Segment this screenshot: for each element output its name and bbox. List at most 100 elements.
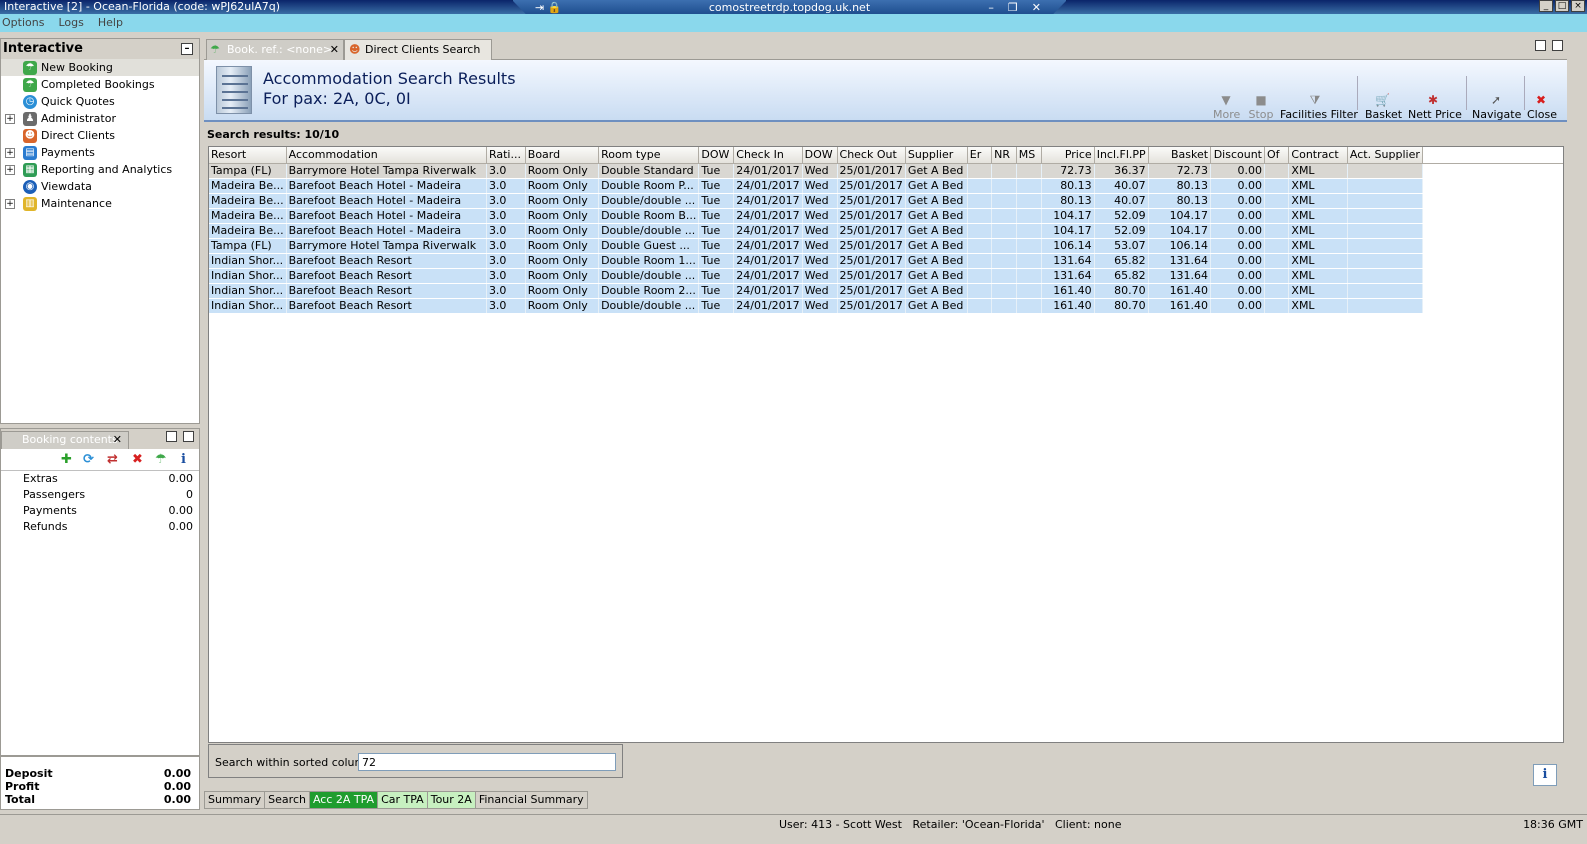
funnel-icon: ⧩ — [1309, 93, 1321, 107]
table-cell: XML — [1288, 268, 1348, 284]
nett-price-button[interactable]: ✱ Nett Price — [1408, 94, 1462, 121]
expand-icon[interactable]: + — [5, 147, 15, 158]
column-header[interactable]: Of — [1264, 147, 1290, 164]
expand-icon[interactable]: + — [5, 113, 15, 124]
column-header[interactable]: Contract — [1288, 147, 1348, 164]
maximize-button[interactable]: □ — [1555, 0, 1569, 12]
table-cell — [1347, 283, 1423, 299]
collapse-panel-button[interactable]: – — [181, 43, 193, 55]
close-window-button[interactable]: × — [1571, 0, 1585, 12]
refresh-icon[interactable]: ⟳ — [83, 453, 94, 467]
table-row[interactable]: Madeira Be... Barefoot Beach Hotel - Made… — [209, 208, 1563, 224]
expand-icon[interactable]: + — [5, 164, 15, 175]
column-header[interactable]: Supplier — [905, 147, 968, 164]
total-label: Profit — [5, 780, 40, 793]
column-header[interactable]: NR — [991, 147, 1017, 164]
table-cell — [1264, 178, 1290, 194]
rdp-restore-icon[interactable]: ❐ — [1008, 0, 1018, 15]
column-header[interactable]: Board — [525, 147, 600, 164]
rdp-close-icon[interactable]: ✕ — [1032, 0, 1041, 15]
table-row[interactable]: Tampa (FL) Barrymore Hotel Tampa Riverwal… — [209, 163, 1563, 179]
column-header[interactable]: Discount — [1210, 147, 1265, 164]
stop-button[interactable]: ■ Stop — [1248, 94, 1274, 121]
navigate-button[interactable]: ➚ Navigate — [1472, 94, 1522, 121]
minimize-view-icon[interactable] — [1535, 40, 1546, 51]
column-header[interactable]: Check In — [733, 147, 803, 164]
nav-item-direct-clients[interactable]: ☻ Direct Clients — [1, 127, 199, 144]
table-row[interactable]: Indian Shor... Barefoot Beach Resort 3.0 Ro… — [209, 268, 1563, 284]
basket-transfer-icon[interactable]: ⇄ — [107, 453, 118, 467]
nav-item-viewdata[interactable]: ◉ Viewdata — [1, 178, 199, 195]
nav-item-reporting-and-analytics[interactable]: + ▦ Reporting and Analytics — [1, 161, 199, 178]
table-row[interactable]: Madeira Be... Barefoot Beach Hotel - Made… — [209, 178, 1563, 194]
column-header[interactable]: Room type — [598, 147, 700, 164]
nav-item-quick-quotes[interactable]: ◷ Quick Quotes — [1, 93, 199, 110]
info-button[interactable]: i — [1533, 764, 1557, 786]
column-header[interactable]: Price — [1041, 147, 1095, 164]
tab-tour-2a[interactable]: Tour 2A — [426, 791, 476, 809]
menu-help[interactable]: Help — [98, 14, 123, 32]
maximize-view-icon[interactable] — [1552, 40, 1563, 51]
expand-icon[interactable]: + — [5, 198, 15, 209]
nav-item-new-booking[interactable]: ☂ New Booking — [1, 59, 199, 76]
nav-item-administrator[interactable]: + ♟ Administrator — [1, 110, 199, 127]
table-row[interactable]: Indian Shor... Barefoot Beach Resort 3.0 Ro… — [209, 283, 1563, 299]
column-header[interactable]: Basket — [1148, 147, 1212, 164]
nav-item-completed-bookings[interactable]: ☂ Completed Bookings — [1, 76, 199, 93]
column-header[interactable]: Check Out — [837, 147, 906, 164]
column-header[interactable]: Act. Supplier — [1347, 147, 1423, 164]
booking-contents-tab[interactable]: Booking contents ✕ — [1, 431, 129, 449]
table-row[interactable]: Madeira Be... Barefoot Beach Hotel - Made… — [209, 193, 1563, 209]
table-row[interactable]: Indian Shor... Barefoot Beach Resort 3.0 Ro… — [209, 298, 1563, 314]
results-grid[interactable]: Resort Accommodation Rati... Board Room type… — [208, 146, 1564, 743]
tab-booking-ref[interactable]: ☂ Book. ref.: <none> ✕ — [206, 39, 344, 60]
table-row[interactable]: Tampa (FL) Barrymore Hotel Tampa Riverwal… — [209, 238, 1563, 254]
basket-button[interactable]: 🛒 Basket — [1365, 94, 1402, 121]
column-header[interactable]: Incl.Fl.PP — [1094, 147, 1149, 164]
info-icon[interactable]: i — [181, 453, 186, 467]
total-label: Total — [5, 793, 36, 806]
tab-acc-2a-tpa[interactable]: Acc 2A TPA — [308, 791, 379, 809]
column-header[interactable]: DOW — [802, 147, 838, 164]
add-icon[interactable]: ✚ — [61, 453, 72, 467]
tab-direct-clients-search[interactable]: ☻ Direct Clients Search — [344, 39, 492, 60]
toolbar-separator — [1524, 76, 1525, 110]
table-cell: Madeira Be... — [209, 193, 287, 209]
minimize-button[interactable]: _ — [1539, 0, 1553, 12]
table-cell: 161.40 — [1041, 298, 1095, 314]
maximize-panel-icon[interactable] — [183, 431, 194, 442]
table-cell-filler — [1422, 283, 1563, 299]
rdp-minimize-icon[interactable]: – — [988, 0, 994, 15]
tab-car-tpa[interactable]: Car TPA — [377, 791, 428, 809]
beach-umbrella-icon[interactable]: ☂ — [155, 453, 167, 467]
facilities-filter-button[interactable]: ⧩ Facilities Filter — [1280, 93, 1358, 121]
close-tab-icon[interactable]: ✕ — [330, 40, 339, 59]
column-header[interactable]: Er — [967, 147, 993, 164]
search-within-input[interactable] — [358, 753, 616, 771]
more-button[interactable]: ▼ More — [1213, 94, 1240, 121]
total-value: 0.00 — [163, 767, 191, 780]
nav-item-payments[interactable]: + ▤ Payments — [1, 144, 199, 161]
tab-financial-summary[interactable]: Financial Summary — [474, 791, 588, 809]
nav-item-maintenance[interactable]: + ▥ Maintenance — [1, 195, 199, 212]
column-header[interactable]: Resort — [209, 147, 287, 164]
menu-logs[interactable]: Logs — [58, 14, 83, 32]
table-cell: Room Only — [525, 193, 600, 209]
navigate-label: Navigate — [1472, 108, 1522, 121]
table-cell — [1264, 163, 1290, 179]
delete-icon[interactable]: ✖ — [132, 453, 143, 467]
table-cell: 72.73 — [1041, 163, 1095, 179]
minimize-panel-icon[interactable] — [166, 431, 177, 442]
close-tab-icon[interactable]: ✕ — [113, 432, 122, 448]
table-cell — [1347, 223, 1423, 239]
column-header[interactable]: DOW — [698, 147, 735, 164]
close-button[interactable]: ✖ Close — [1527, 94, 1557, 121]
tab-summary[interactable]: Summary — [204, 791, 266, 809]
column-header[interactable]: Accommodation — [286, 147, 487, 164]
column-header[interactable]: Rati... — [486, 147, 526, 164]
menu-options[interactable]: Options — [2, 14, 44, 32]
tab-search[interactable]: Search — [264, 791, 310, 809]
table-row[interactable]: Indian Shor... Barefoot Beach Resort 3.0 Ro… — [209, 253, 1563, 269]
column-header[interactable]: MS — [1016, 147, 1042, 164]
table-row[interactable]: Madeira Be... Barefoot Beach Hotel - Made… — [209, 223, 1563, 239]
